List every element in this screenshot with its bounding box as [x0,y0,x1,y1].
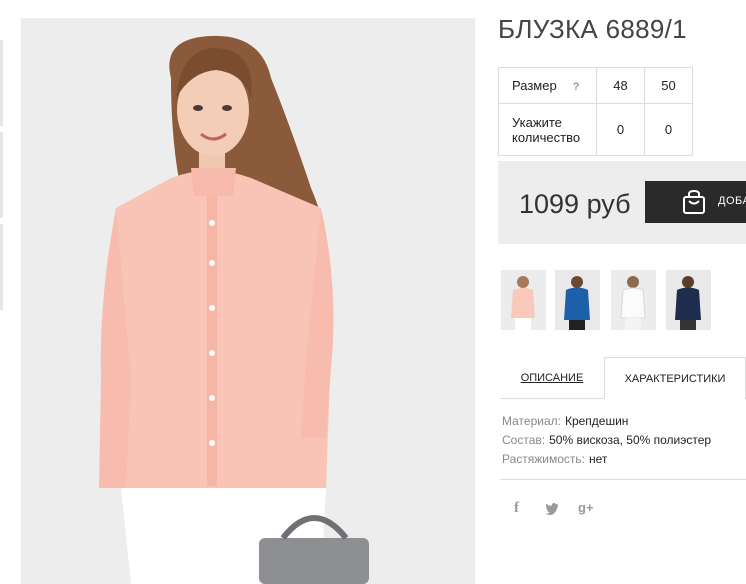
spec-value: нет [589,452,608,466]
help-icon[interactable]: ? [573,81,580,93]
facebook-icon[interactable]: f [514,500,519,517]
thumbnail-pink-blouse[interactable] [501,270,546,330]
add-to-cart-label: ДОБАВИТЬ [718,195,746,207]
spec-row: Материал: Крепдешин [502,412,711,431]
product-tabs: ОПИСАНИЕ ХАРАКТЕРИСТИКИ [500,357,746,399]
left-thumbnail-strip [0,40,3,320]
twitter-icon[interactable] [545,503,559,515]
thumbnail-navy-blouse[interactable] [666,270,711,330]
divider [500,479,746,480]
quantity-label-line1: Укажите [512,114,562,130]
price: 1099 руб [519,189,631,219]
spec-row: Растяжимость: нет [502,450,711,469]
size-cell: 50 [644,67,693,104]
left-thumb-edge[interactable] [0,224,3,310]
tab-description[interactable]: ОПИСАНИЕ [500,357,604,399]
tab-characteristics[interactable]: ХАРАКТЕРИСТИКИ [604,357,746,399]
thumbnail-blue-blouse[interactable] [555,270,600,330]
spec-value: 50% вискоза, 50% полиэстер [549,433,712,447]
price-box: 1099 руб ДОБАВИТЬ [498,161,746,244]
main-product-photo[interactable] [21,18,475,584]
spec-key: Растяжимость: [502,452,586,466]
size-label-cell: Размер? [498,67,597,104]
left-thumb-edge[interactable] [0,132,3,218]
size-quantity-table: Размер? 48 50 Укажите количество 0 0 [498,67,693,156]
spec-row: Состав: 50% вискоза, 50% полиэстер [502,431,711,450]
left-thumb-edge[interactable] [0,40,3,126]
quantity-label-line2: количество [512,129,581,145]
shopping-bag-icon [683,189,705,214]
quantity-input[interactable]: 0 [644,103,693,156]
size-label: Размер [512,78,557,93]
spec-key: Материал: [502,414,561,428]
add-to-cart-button[interactable]: ДОБАВИТЬ [645,181,746,223]
thumbnail-white-blouse[interactable] [611,270,656,330]
spec-key: Состав: [502,433,546,447]
spec-value: Крепдешин [564,414,629,428]
quantity-label-cell: Укажите количество [498,103,597,156]
google-plus-icon[interactable]: g+ [578,500,594,515]
specs-list: Материал: Крепдешин Состав: 50% вискоза, 5… [502,412,711,469]
size-cell: 48 [596,67,645,104]
product-title: БЛУЗКА 6889/1 [498,14,687,44]
quantity-input[interactable]: 0 [596,103,645,156]
